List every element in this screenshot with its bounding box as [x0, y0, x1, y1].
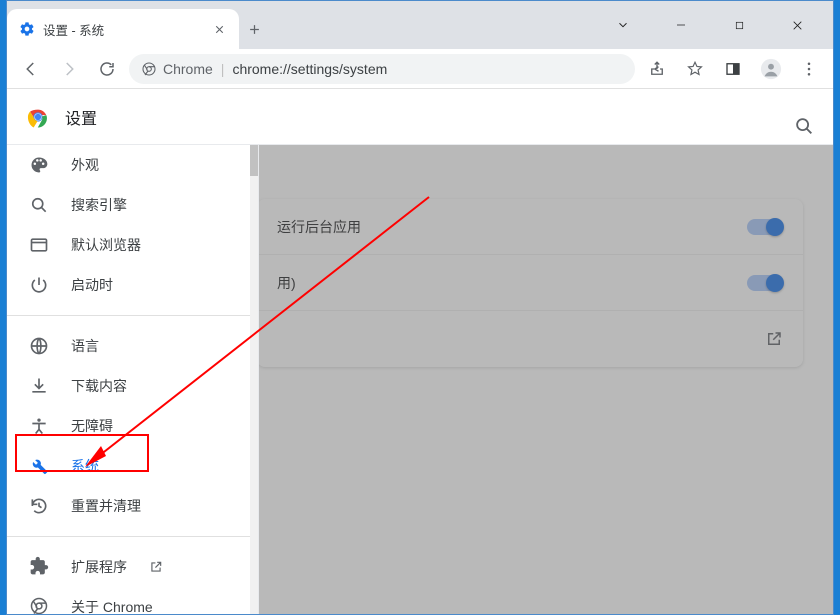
- forward-button[interactable]: [53, 53, 85, 85]
- chrome-icon: [141, 61, 157, 77]
- sidebar-item-extensions[interactable]: 扩展程序: [7, 547, 250, 587]
- accessibility-icon: [29, 416, 49, 436]
- sidebar-item-label: 搜索引擎: [71, 195, 127, 215]
- profile-avatar-icon[interactable]: [755, 53, 787, 85]
- content-area: 设置 运行后台应用 用): [7, 89, 833, 614]
- sidebar-item-downloads[interactable]: 下载内容: [7, 366, 250, 406]
- search-settings-icon[interactable]: [793, 115, 815, 137]
- sidebar-item-label: 默认浏览器: [71, 235, 141, 255]
- globe-icon: [29, 336, 49, 356]
- sidebar-item-system[interactable]: 系统: [7, 446, 250, 486]
- sidebar-item-label: 下载内容: [71, 376, 127, 396]
- restore-icon: [29, 496, 49, 516]
- sidebar-item-label: 系统: [71, 456, 99, 476]
- chrome-logo-icon: [27, 106, 49, 128]
- chrome-chip: Chrome: [141, 61, 213, 77]
- sidebar-item-appearance[interactable]: 外观: [7, 145, 250, 185]
- sidebar-item-label: 关于 Chrome: [71, 597, 153, 614]
- settings-sidebar: 外观 搜索引擎 默认浏览器 启动时 语言: [7, 145, 259, 614]
- side-panel-icon[interactable]: [717, 53, 749, 85]
- sidebar-divider: [7, 315, 250, 316]
- browser-tab[interactable]: 设置 - 系统: [7, 9, 239, 49]
- open-external-icon: [149, 560, 163, 574]
- omnibox-url: chrome://settings/system: [232, 61, 623, 77]
- chevron-down-icon[interactable]: [601, 10, 645, 40]
- sidebar-item-label: 启动时: [71, 275, 113, 295]
- chrome-outline-icon: [29, 596, 49, 615]
- titlebar: 设置 - 系统: [7, 1, 833, 49]
- sidebar-item-languages[interactable]: 语言: [7, 326, 250, 366]
- sidebar-divider: [7, 536, 250, 537]
- navigation-bar: Chrome | chrome://settings/system: [7, 49, 833, 89]
- wrench-icon: [29, 456, 49, 476]
- palette-icon: [29, 155, 49, 175]
- sidebar-item-search-engine[interactable]: 搜索引擎: [7, 185, 250, 225]
- modal-overlay[interactable]: [257, 89, 833, 614]
- download-icon: [29, 376, 49, 396]
- sidebar-scrollbar-track[interactable]: [250, 145, 258, 614]
- browser-icon: [29, 235, 49, 255]
- sidebar-item-reset[interactable]: 重置并清理: [7, 486, 250, 526]
- power-icon: [29, 275, 49, 295]
- omnibox-site-label: Chrome: [163, 61, 213, 77]
- minimize-button[interactable]: [659, 10, 703, 40]
- browser-window: 设置 - 系统 Chrome | chrome://settings/syst: [6, 0, 834, 615]
- sidebar-item-label: 重置并清理: [71, 496, 141, 516]
- window-controls: [601, 1, 833, 49]
- sidebar-item-on-startup[interactable]: 启动时: [7, 265, 250, 305]
- sidebar-item-default-browser[interactable]: 默认浏览器: [7, 225, 250, 265]
- settings-favicon-icon: [19, 21, 35, 37]
- omnibox-separator: |: [221, 61, 225, 77]
- sidebar-scrollbar-thumb[interactable]: [250, 145, 258, 176]
- sidebar-item-label: 外观: [71, 155, 99, 175]
- close-button[interactable]: [775, 10, 819, 40]
- sidebar-item-label: 无障碍: [71, 416, 113, 436]
- tab-title: 设置 - 系统: [43, 20, 203, 39]
- search-icon: [29, 195, 49, 215]
- new-tab-button[interactable]: [239, 9, 269, 49]
- sidebar-item-label: 语言: [71, 336, 99, 356]
- sidebar-item-about-chrome[interactable]: 关于 Chrome: [7, 587, 250, 614]
- sidebar-item-label: 扩展程序: [71, 557, 127, 577]
- address-bar[interactable]: Chrome | chrome://settings/system: [129, 54, 635, 84]
- extension-icon: [29, 556, 49, 579]
- settings-title: 设置: [65, 105, 97, 129]
- settings-header: 设置: [7, 89, 833, 145]
- maximize-button[interactable]: [717, 10, 761, 40]
- tab-close-icon[interactable]: [211, 21, 227, 37]
- bookmark-star-icon[interactable]: [679, 53, 711, 85]
- back-button[interactable]: [15, 53, 47, 85]
- share-icon[interactable]: [641, 53, 673, 85]
- reload-button[interactable]: [91, 53, 123, 85]
- sidebar-item-accessibility[interactable]: 无障碍: [7, 406, 250, 446]
- kebab-menu-icon[interactable]: [793, 53, 825, 85]
